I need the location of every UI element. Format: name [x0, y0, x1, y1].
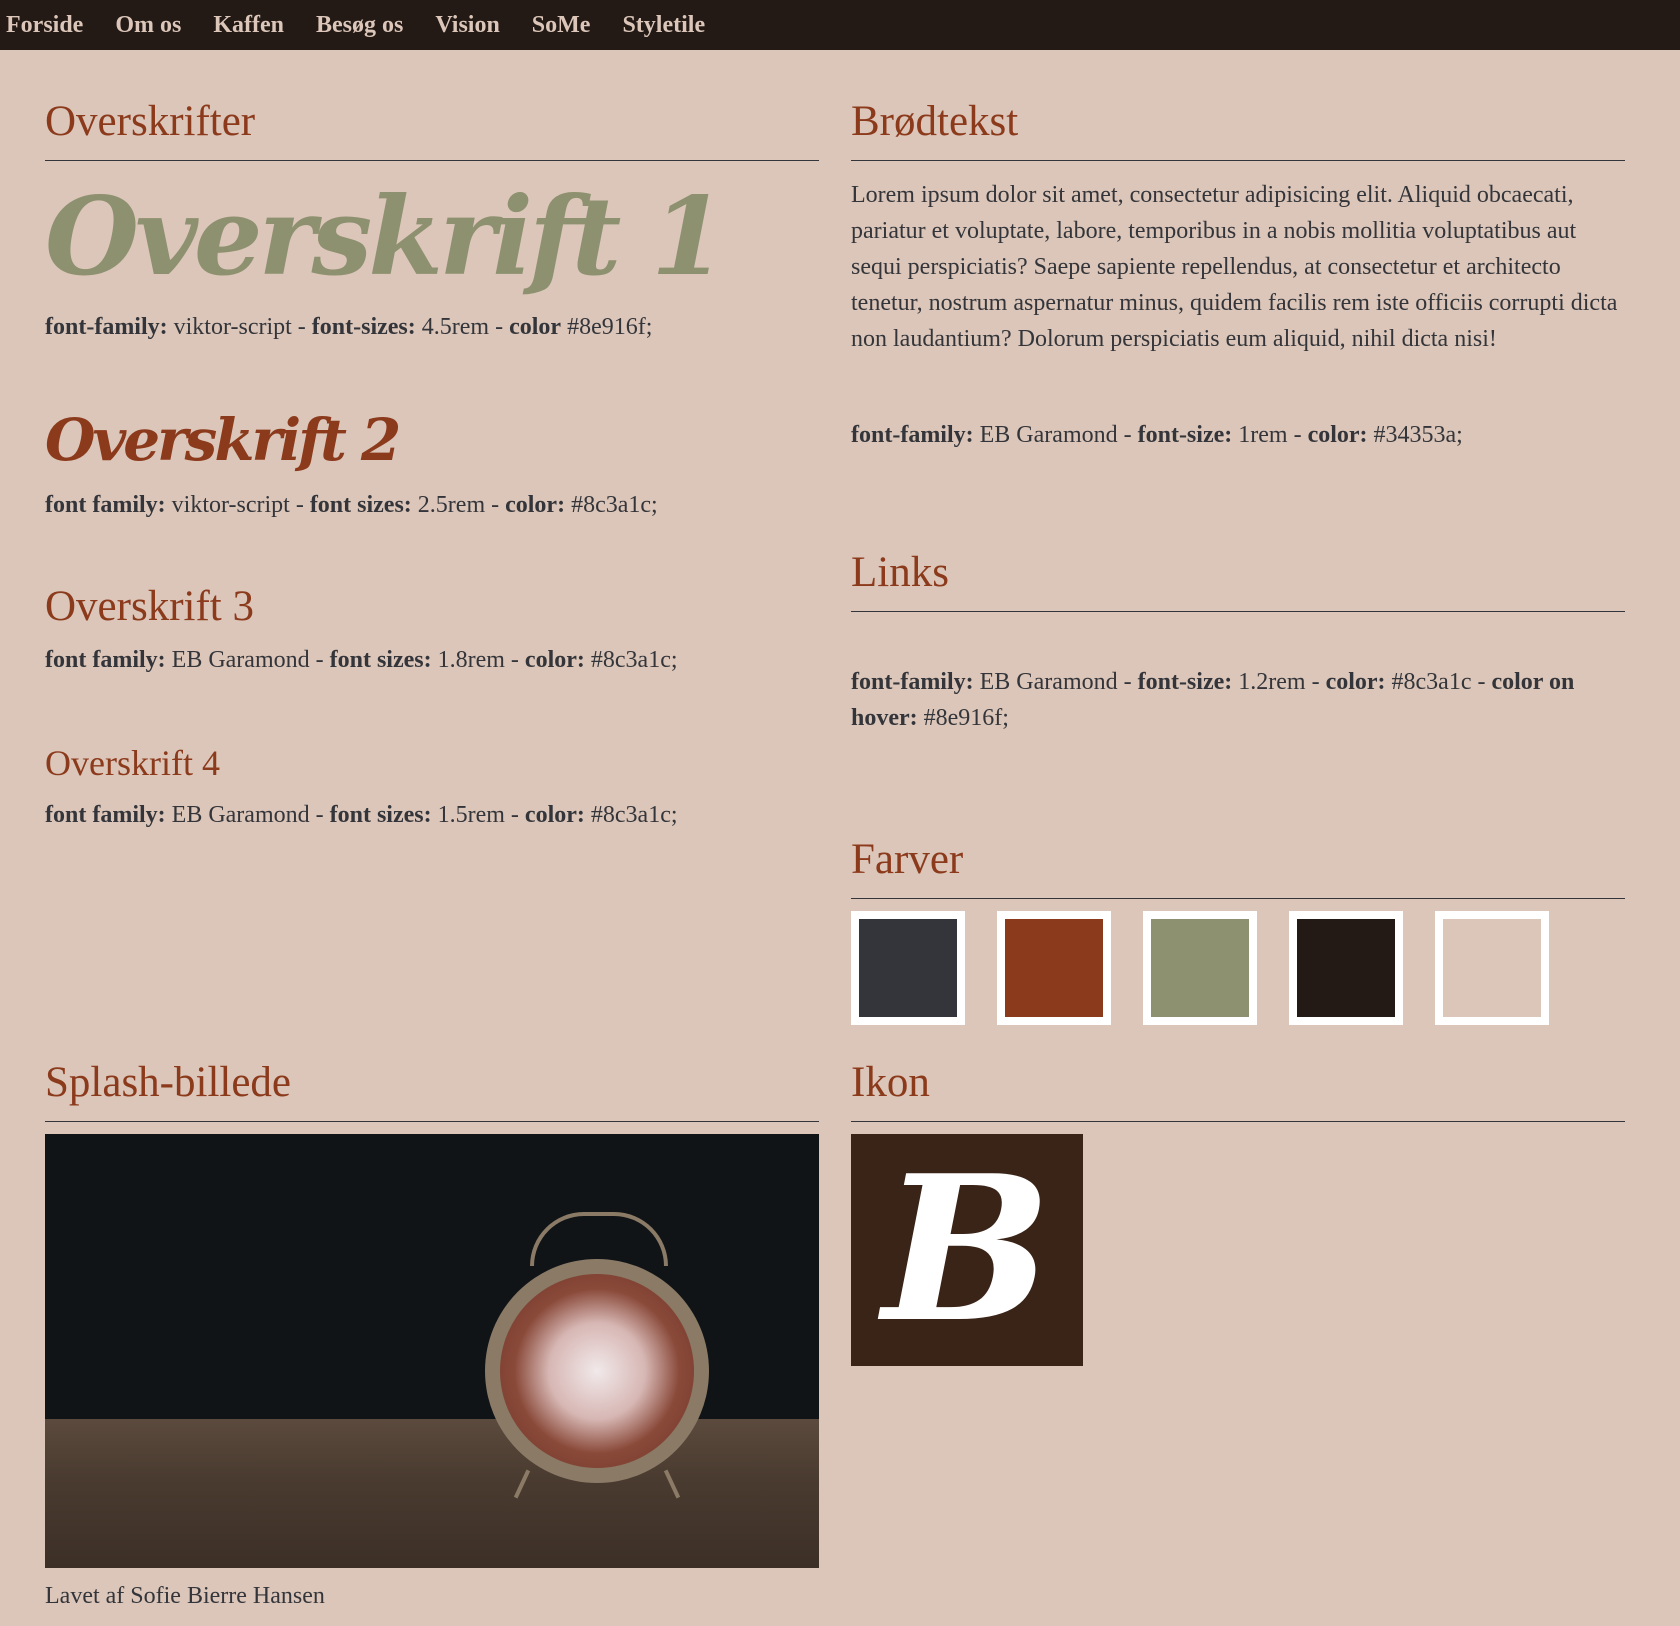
- headings-section: Overskrifter Overskrift 1 font-family: v…: [45, 96, 819, 833]
- spec-key: font family:: [45, 647, 166, 674]
- nav-some[interactable]: SoMe: [532, 12, 591, 39]
- spec-value: 1.8rem -: [431, 647, 525, 674]
- spec-value: EB Garamond -: [165, 647, 330, 674]
- spec-key: color:: [1325, 668, 1386, 695]
- nav-besog-os[interactable]: Besøg os: [316, 12, 403, 39]
- heading-4-sample: Overskrift 4: [45, 743, 220, 784]
- spec-value: EB Garamond -: [973, 421, 1138, 448]
- links-spec: font-family: EB Garamond - font-size: 1.…: [851, 664, 1625, 736]
- spec-value: 4.5rem -: [415, 313, 510, 340]
- spec-key: font family:: [45, 802, 166, 829]
- spec-key: font sizes:: [329, 802, 432, 829]
- heading-3-sample: Overskrift 3: [45, 582, 254, 630]
- links-section: Links font-family: EB Garamond - font-si…: [851, 547, 1625, 736]
- spec-key: font sizes:: [329, 647, 432, 674]
- icon-title: Ikon: [851, 1057, 1625, 1122]
- spec-value: #8e916f;: [561, 313, 653, 340]
- spec-value: viktor-script -: [167, 313, 312, 340]
- color-swatch-espresso: [1289, 910, 1403, 1025]
- clock-handle: [530, 1211, 668, 1266]
- spec-key: color:: [1307, 421, 1368, 448]
- links-title: Links: [851, 547, 1625, 612]
- spec-key: color: [509, 313, 562, 340]
- spec-key: font-family:: [45, 313, 168, 340]
- heading-3-spec: font family: EB Garamond - font sizes: 1…: [45, 642, 819, 678]
- spec-key: color:: [505, 491, 566, 518]
- main-nav: Forside Om os Kaffen Besøg os Vision SoM…: [0, 0, 1680, 50]
- spec-key: color:: [524, 647, 585, 674]
- splash-title: Splash-billede: [45, 1057, 819, 1122]
- spec-value: viktor-script -: [165, 491, 310, 518]
- body-text-section: Brødtekst Lorem ipsum dolor sit amet, co…: [851, 96, 1625, 453]
- spec-value: EB Garamond -: [973, 668, 1138, 695]
- spec-key: font-family:: [851, 668, 974, 695]
- body-text-spec: font-family: EB Garamond - font-size: 1r…: [851, 417, 1625, 453]
- body-text-title: Brødtekst: [851, 96, 1625, 161]
- spec-key: font sizes:: [309, 491, 412, 518]
- spec-value: 1rem -: [1232, 421, 1308, 448]
- spec-value: 1.5rem -: [431, 802, 525, 829]
- heading-2-sample: Overskrift 2: [45, 405, 401, 474]
- spec-value: 2.5rem -: [411, 491, 506, 518]
- spec-key: font family:: [45, 491, 166, 518]
- spec-key: font-family:: [851, 421, 974, 448]
- spec-value: 1.2rem -: [1232, 668, 1326, 695]
- spec-value: #8c3a1c;: [584, 802, 678, 829]
- credit-text: Lavet af Sofie Bierre Hansen: [45, 1583, 325, 1609]
- spec-key: font-sizes:: [311, 313, 416, 340]
- brand-icon: B: [851, 1131, 1083, 1367]
- wooden-table: [45, 1418, 819, 1568]
- nav-vision[interactable]: Vision: [435, 12, 499, 39]
- color-swatch-rust: [997, 910, 1111, 1025]
- nav-forside[interactable]: Forside: [6, 12, 83, 39]
- headings-title: Overskrifter: [45, 96, 819, 161]
- colors-section: Farver: [851, 834, 1625, 1025]
- spec-value: #8e916f;: [917, 704, 1009, 731]
- nav-styletile[interactable]: Styletile: [622, 12, 705, 39]
- latte-art: [500, 1273, 694, 1468]
- spec-key: font-size:: [1137, 421, 1233, 448]
- colors-title: Farver: [851, 834, 1625, 899]
- heading-1-sample: Overskrift 1: [45, 173, 726, 300]
- body-text-sample: Lorem ipsum dolor sit amet, consectetur …: [851, 181, 1618, 352]
- brand-letter: B: [882, 1131, 1052, 1367]
- spec-key: font-size:: [1137, 668, 1233, 695]
- heading-1-spec: font-family: viktor-script - font-sizes:…: [45, 309, 819, 345]
- spec-value: #8c3a1c;: [565, 491, 658, 518]
- spec-key: color:: [524, 802, 585, 829]
- spec-value: #34353a;: [1367, 421, 1463, 448]
- splash-section: Splash-billede: [45, 1057, 819, 1568]
- heading-4-spec: font family: EB Garamond - font sizes: 1…: [45, 797, 819, 833]
- splash-image: [45, 1133, 819, 1568]
- spec-value: EB Garamond -: [165, 802, 330, 829]
- color-swatch-sage: [1143, 910, 1257, 1025]
- nav-kaffen[interactable]: Kaffen: [213, 12, 284, 39]
- spec-value: #8c3a1c -: [1385, 668, 1492, 695]
- spec-value: #8c3a1c;: [584, 647, 678, 674]
- color-swatch-dark-gray: [851, 910, 965, 1025]
- color-swatches: [851, 910, 1625, 1025]
- nav-om-os[interactable]: Om os: [115, 12, 181, 39]
- heading-2-spec: font family: viktor-script - font sizes:…: [45, 487, 819, 523]
- icon-section: Ikon B: [851, 1057, 1625, 1366]
- color-swatch-beige: [1435, 910, 1549, 1025]
